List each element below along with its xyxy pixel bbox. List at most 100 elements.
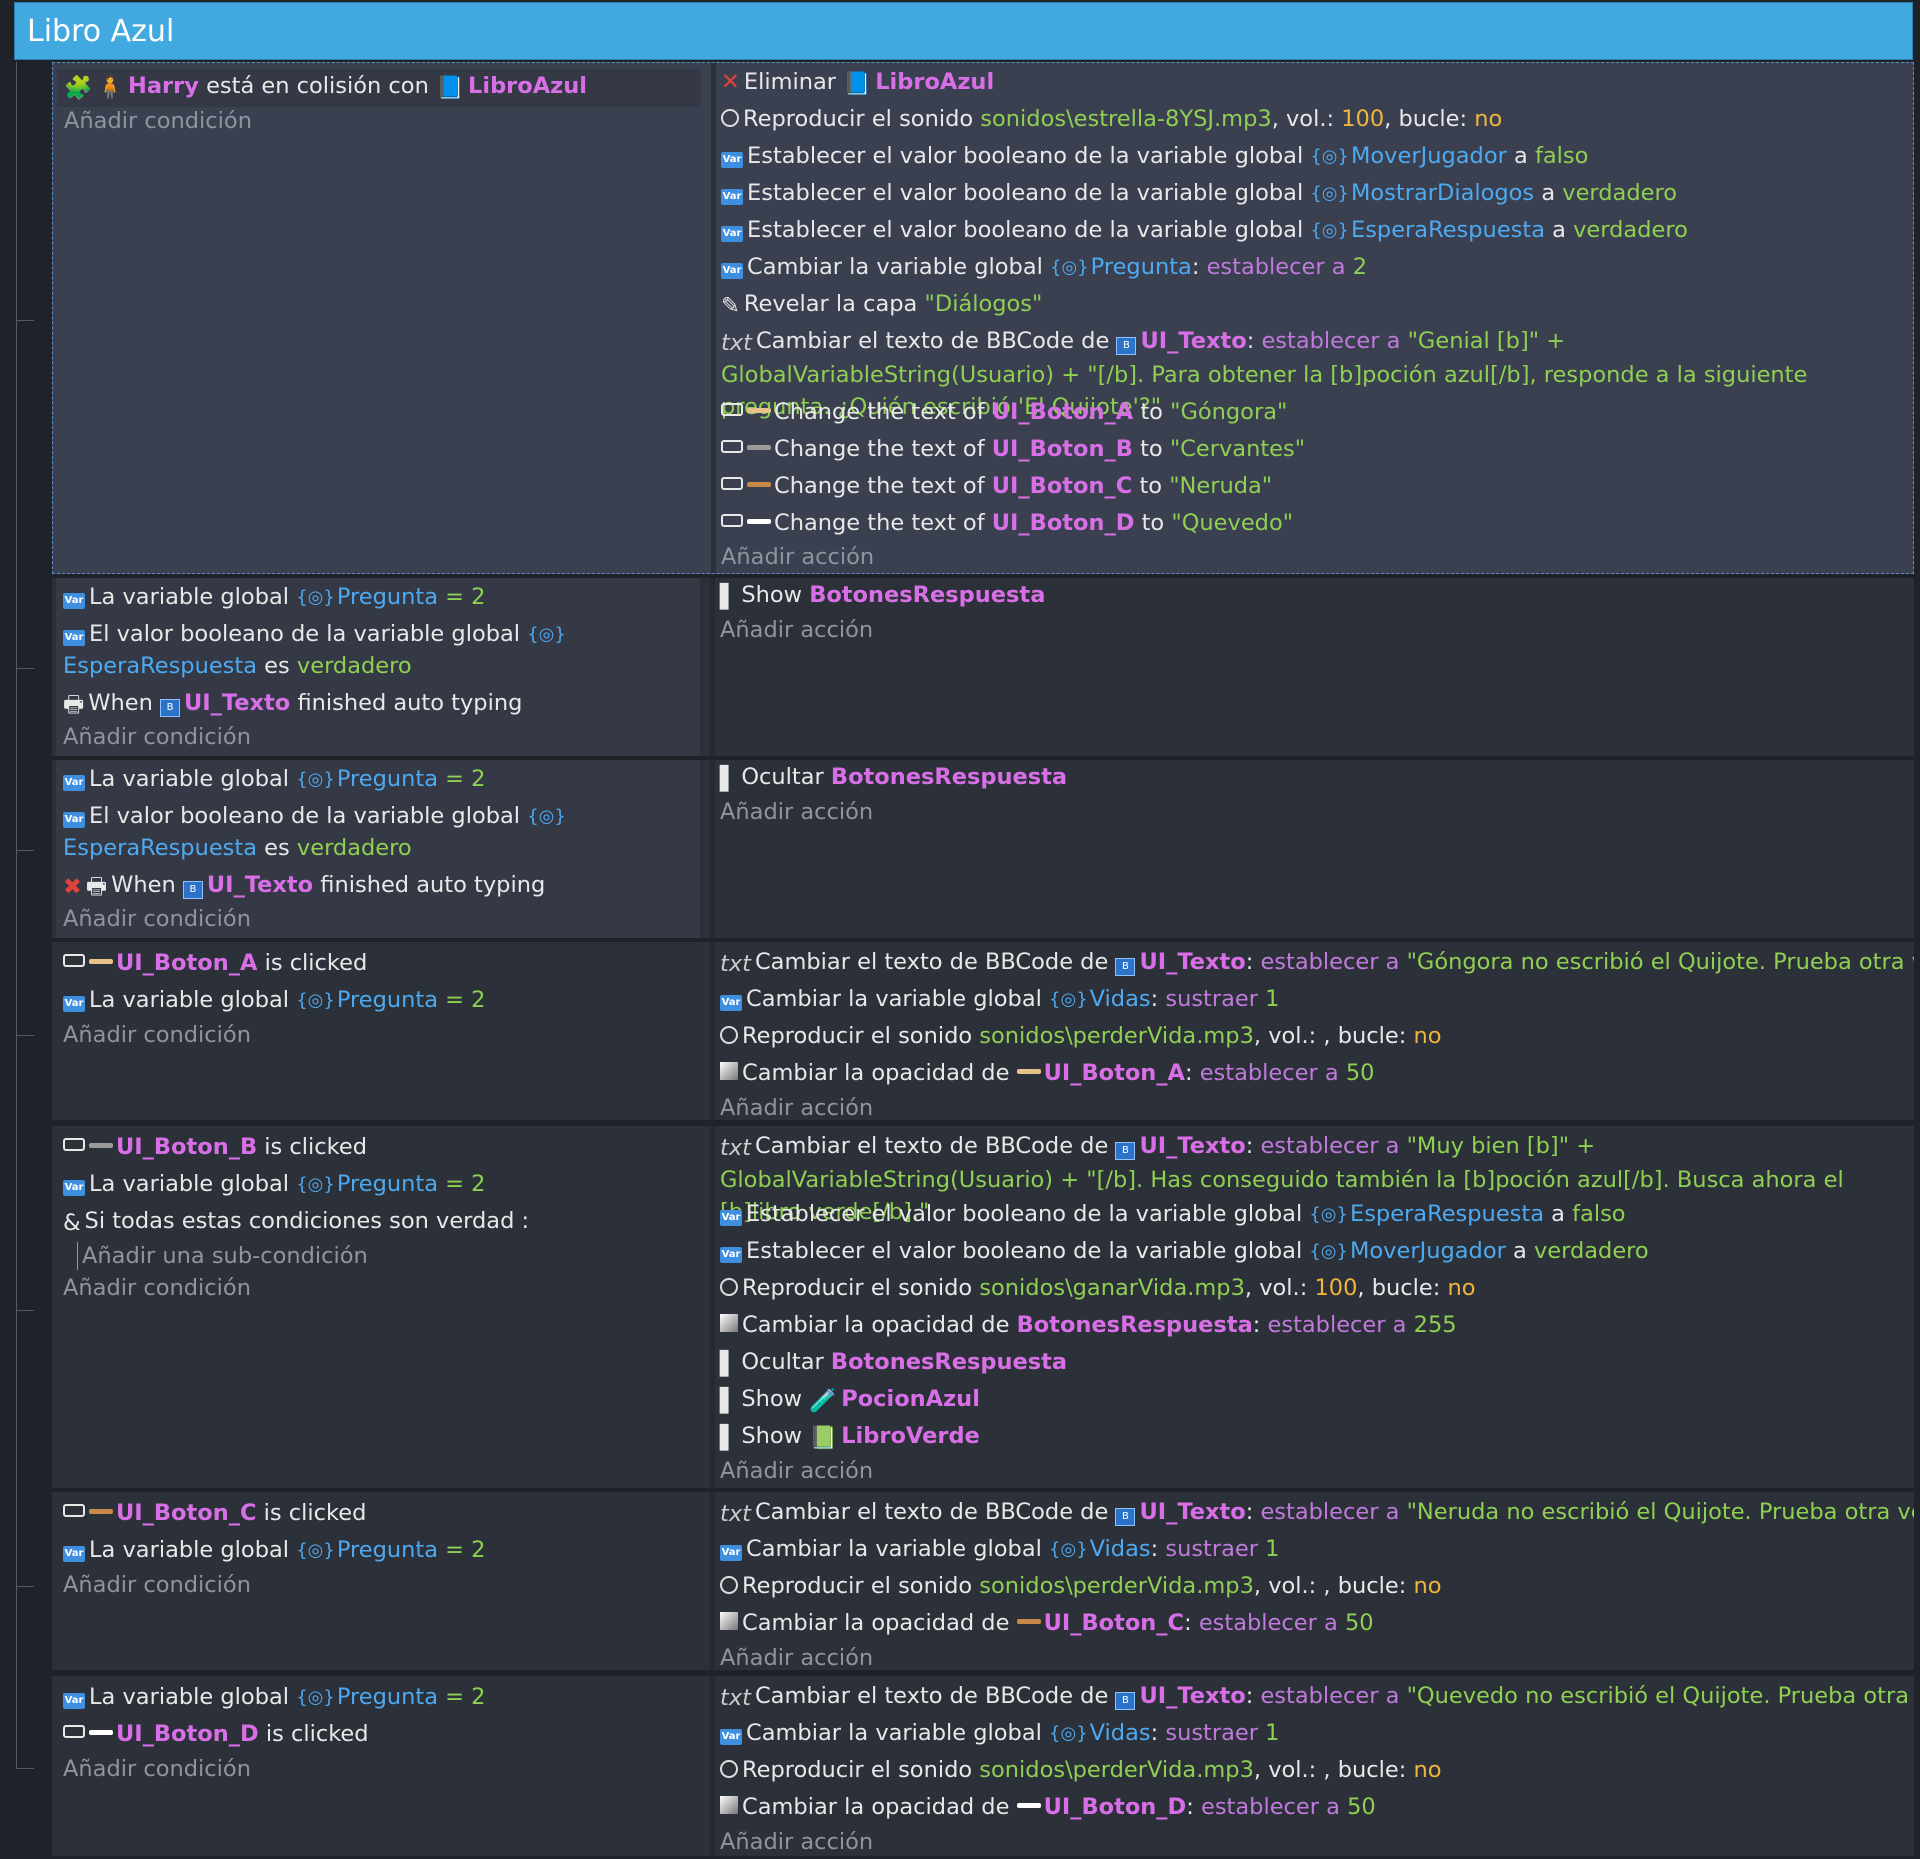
- condition-button-clicked[interactable]: UI_Boton_C is clicked: [63, 1497, 703, 1529]
- event-boton-b-clicked[interactable]: UI_Boton_B is clicked Var La variable glo…: [52, 1126, 1914, 1488]
- action-change-opacity[interactable]: Cambiar la opacidad de UI_Boton_C: estab…: [720, 1607, 1906, 1639]
- connector: es: [264, 653, 290, 679]
- action-play-sound[interactable]: Reproducir el sonido sonidos\ganarVida.m…: [720, 1272, 1906, 1304]
- event-group-header[interactable]: Libro Azul: [14, 2, 1913, 60]
- event-collision[interactable]: 🧩 🧍 Harry está en colisión con 📘 LibroAzul …: [52, 62, 1914, 574]
- condition-variable-compare[interactable]: Var La variable global {◎}Pregunta = 2: [63, 1534, 703, 1566]
- condition-boolean[interactable]: Var El valor booleano de la variable glob…: [63, 800, 703, 832]
- action-set-boolean[interactable]: Var Establecer el valor booleano de la va…: [721, 140, 1905, 172]
- bbtext-icon: B: [1115, 1142, 1136, 1160]
- condition-variable-compare[interactable]: Var La variable global {◎}Pregunta = 2: [63, 1168, 703, 1200]
- operator: =: [445, 1171, 465, 1197]
- operator: =: [445, 1537, 465, 1563]
- action-change-opacity[interactable]: Cambiar la opacidad de BotonesRespuesta:…: [720, 1309, 1906, 1341]
- action-set-boolean[interactable]: Var Establecer el valor booleano de la va…: [720, 1235, 1906, 1267]
- add-action-link[interactable]: Añadir acción: [720, 1642, 1906, 1670]
- value: 1: [1265, 986, 1280, 1012]
- action-show-layer[interactable]: ✎ Revelar la capa "Diálogos": [721, 288, 1905, 320]
- action-text: Cambiar el texto de BBCode de: [754, 1683, 1109, 1709]
- condition-text: La variable global: [89, 584, 290, 610]
- add-condition-link[interactable]: Añadir condición: [63, 1019, 703, 1051]
- action-bbcode-text[interactable]: txt Cambiar el texto de BBCode de B UI_Tex…: [720, 1496, 1914, 1528]
- add-condition-link[interactable]: Añadir condición: [63, 1753, 703, 1785]
- add-action-link[interactable]: Añadir acción: [720, 1826, 1906, 1856]
- condition-and[interactable]: & Si todas estas condiciones son verdad :: [63, 1205, 703, 1237]
- action-change-opacity[interactable]: Cambiar la opacidad de UI_Boton_D: estab…: [720, 1791, 1906, 1823]
- action-set-boolean[interactable]: Var Establecer el valor booleano de la va…: [720, 1198, 1906, 1230]
- action-show[interactable]: ▌ Show 🧪 PocionAzul: [720, 1383, 1906, 1415]
- add-action-link[interactable]: Añadir acción: [720, 614, 1906, 646]
- text-icon: txt: [721, 330, 752, 356]
- value: "Góngora": [1170, 399, 1288, 425]
- event-boton-d-clicked[interactable]: Var La variable global {◎}Pregunta = 2 UI…: [52, 1676, 1914, 1856]
- action-change-variable[interactable]: Var Cambiar la variable global {◎}Vidas: …: [720, 983, 1906, 1015]
- action-text: Ocultar: [741, 764, 824, 790]
- action-text: Reproducir el sonido: [742, 1275, 973, 1301]
- add-condition-link[interactable]: Añadir condición: [64, 105, 704, 137]
- action-bbcode-text[interactable]: txt Cambiar el texto de BBCode de B UI_Tex…: [720, 1680, 1914, 1712]
- condition-variable-compare[interactable]: Var La variable global {◎}Pregunta = 2: [63, 581, 703, 613]
- action-change-button-text[interactable]: Change the text of UI_Boton_D to "Queved…: [721, 507, 1905, 539]
- action-play-sound[interactable]: Reproducir el sonido sonidos\perderVida.…: [720, 1020, 1906, 1052]
- operator: =: [445, 766, 465, 792]
- action-bbcode-text[interactable]: txt Cambiar el texto de BBCode de B UI_Tex…: [720, 946, 1914, 978]
- variable-icon: Var: [720, 1210, 742, 1226]
- action-change-button-text[interactable]: Change the text of UI_Boton_B to "Cervan…: [721, 433, 1905, 465]
- variable-icon: Var: [63, 1180, 85, 1196]
- event-boton-a-clicked[interactable]: UI_Boton_A is clicked Var La variable glo…: [52, 942, 1914, 1120]
- param-label: , vol.: , bucle:: [1253, 1023, 1407, 1049]
- action-change-variable[interactable]: Var Cambiar la variable global {◎}Pregunt…: [721, 251, 1905, 283]
- condition-button-clicked[interactable]: UI_Boton_B is clicked: [63, 1131, 703, 1163]
- action-play-sound[interactable]: Reproducir el sonido sonidos\perderVida.…: [720, 1570, 1906, 1602]
- add-subcondition-link[interactable]: Añadir una sub-condición: [77, 1242, 368, 1270]
- action-change-button-text[interactable]: Change the text of UI_Boton_A to "Góngor…: [721, 396, 1905, 428]
- action-play-sound[interactable]: Reproducir el sonido sonidos\perderVida.…: [720, 1754, 1906, 1786]
- condition-text: La variable global: [89, 1537, 290, 1563]
- button-a-color-icon: [747, 408, 771, 413]
- add-condition-link[interactable]: Añadir condición: [63, 721, 703, 753]
- variable-name: Pregunta: [336, 1684, 438, 1710]
- condition-collision[interactable]: 🧩 🧍 Harry está en colisión con 📘 LibroAzul: [64, 70, 704, 102]
- add-action-link[interactable]: Añadir acción: [720, 796, 1906, 828]
- action-change-variable[interactable]: Var Cambiar la variable global {◎}Vidas: …: [720, 1717, 1906, 1749]
- event-hide-buttons[interactable]: Var La variable global {◎}Pregunta = 2 Va…: [52, 760, 1914, 938]
- value: "Neruda no escribió el Quijote. Prueba o…: [1406, 1499, 1914, 1525]
- condition-variable-compare[interactable]: Var La variable global {◎}Pregunta = 2: [63, 763, 703, 795]
- action-show[interactable]: ▌ Show 📗 LibroVerde: [720, 1420, 1906, 1452]
- condition-variable-compare[interactable]: Var La variable global {◎}Pregunta = 2: [63, 984, 703, 1016]
- action-delete-object[interactable]: ✕ Eliminar 📘 LibroAzul: [721, 66, 1905, 98]
- add-action-link[interactable]: Añadir acción: [721, 541, 1905, 573]
- action-play-sound[interactable]: Reproducir el sonido sonidos\estrella-8Y…: [721, 103, 1905, 135]
- action-change-opacity[interactable]: Cambiar la opacidad de UI_Boton_A: estab…: [720, 1057, 1906, 1089]
- add-action-link[interactable]: Añadir acción: [720, 1092, 1906, 1120]
- add-condition-link[interactable]: Añadir condición: [63, 1569, 703, 1601]
- add-action-link[interactable]: Añadir acción: [720, 1455, 1906, 1487]
- action-change-variable[interactable]: Var Cambiar la variable global {◎}Vidas: …: [720, 1533, 1906, 1565]
- object-name: UI_Boton_D: [116, 1721, 259, 1747]
- condition-variable-compare[interactable]: Var La variable global {◎}Pregunta = 2: [63, 1681, 703, 1713]
- value: 50: [1347, 1794, 1376, 1820]
- action-set-boolean[interactable]: Var Establecer el valor booleano de la va…: [721, 214, 1905, 246]
- object-name: LibroVerde: [841, 1423, 980, 1449]
- bbtext-icon: B: [1115, 1508, 1136, 1526]
- condition-finished-typing[interactable]: 🖶 When B UI_Texto finished auto typing: [63, 687, 703, 719]
- event-boton-c-clicked[interactable]: UI_Boton_C is clicked Var La variable glo…: [52, 1492, 1914, 1670]
- event-show-buttons[interactable]: Var La variable global {◎}Pregunta = 2 Va…: [52, 578, 1914, 756]
- action-hide[interactable]: ▌ Ocultar BotonesRespuesta: [720, 1346, 1906, 1378]
- variable-name: Vidas: [1089, 1536, 1151, 1562]
- group-title: Libro Azul: [27, 14, 175, 49]
- object-name: UI_Boton_A: [991, 399, 1134, 425]
- action-change-button-text[interactable]: Change the text of UI_Boton_C to "Neruda…: [721, 470, 1905, 502]
- condition-boolean[interactable]: Var El valor booleano de la variable glob…: [63, 618, 703, 650]
- condition-finished-typing-inverted[interactable]: ✖ 🖶 When B UI_Texto finished auto typing: [63, 869, 703, 901]
- add-condition-link[interactable]: Añadir condición: [63, 903, 703, 935]
- book-sprite-icon: 📘: [436, 75, 465, 101]
- action-hide[interactable]: ▌ Ocultar BotonesRespuesta: [720, 761, 1906, 793]
- action-text: Show: [741, 1386, 803, 1412]
- condition-button-clicked[interactable]: UI_Boton_A is clicked: [63, 947, 703, 979]
- action-set-boolean[interactable]: Var Establecer el valor booleano de la va…: [721, 177, 1905, 209]
- object-name: UI_Boton_C: [991, 473, 1133, 499]
- condition-button-clicked[interactable]: UI_Boton_D is clicked: [63, 1718, 703, 1750]
- action-show[interactable]: ▌ Show BotonesRespuesta: [720, 579, 1906, 611]
- add-condition-link[interactable]: Añadir condición: [63, 1272, 703, 1304]
